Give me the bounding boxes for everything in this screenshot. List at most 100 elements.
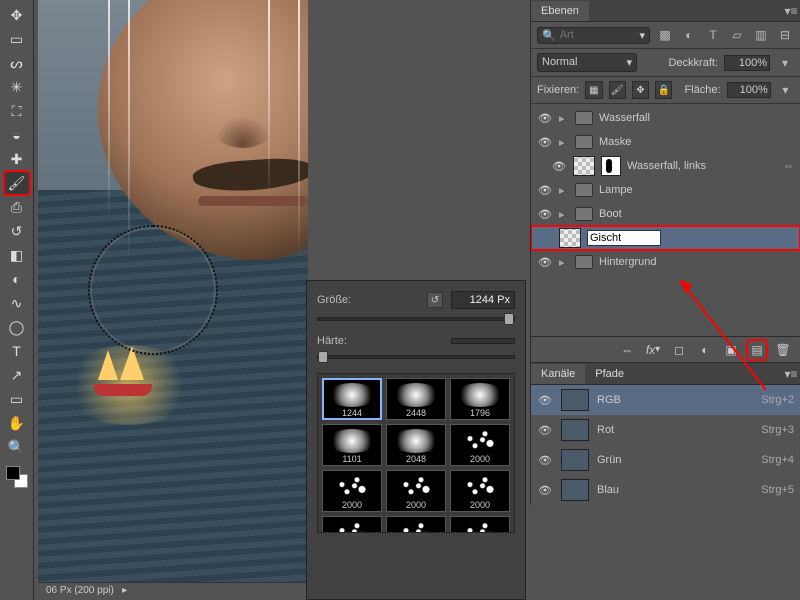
- reset-size-button[interactable]: ↺: [427, 292, 443, 308]
- channel-row[interactable]: 👁RGBStrg+2: [531, 385, 800, 415]
- visibility-icon[interactable]: 👁: [537, 136, 553, 149]
- channel-row[interactable]: 👁GrünStrg+4: [531, 445, 800, 475]
- layer-row[interactable]: 👁▸Lampe: [531, 178, 800, 202]
- crop-tool[interactable]: ⛶: [5, 100, 29, 122]
- lock-position-icon[interactable]: ✥: [632, 81, 649, 99]
- eraser-tool[interactable]: ◧: [5, 244, 29, 266]
- brush-cursor: [88, 225, 218, 355]
- wand-tool[interactable]: ✳: [5, 76, 29, 98]
- opacity-value[interactable]: 100%: [724, 55, 770, 71]
- layer-row[interactable]: 👁▸Boot: [531, 202, 800, 226]
- brush-preset[interactable]: 1796: [450, 378, 510, 420]
- brush-tool[interactable]: 🖌: [5, 172, 29, 194]
- dodge-tool[interactable]: ◯: [5, 316, 29, 338]
- brush-preset[interactable]: 1101: [322, 424, 382, 466]
- size-slider[interactable]: [317, 317, 515, 321]
- visibility-icon[interactable]: 👁: [537, 394, 553, 407]
- link-icon[interactable]: ⇔: [783, 160, 794, 172]
- visibility-icon[interactable]: 👁: [537, 112, 553, 125]
- layer-row[interactable]: [531, 226, 800, 250]
- panel-menu-icon[interactable]: ▾≡: [782, 2, 800, 20]
- hardness-slider[interactable]: [317, 355, 515, 359]
- disclosure-icon[interactable]: ▸: [559, 256, 569, 269]
- channel-row[interactable]: 👁BlauStrg+5: [531, 475, 800, 505]
- chevron-down-icon[interactable]: ▾: [776, 54, 794, 72]
- disclosure-icon[interactable]: ▸: [559, 184, 569, 197]
- filter-shape-icon[interactable]: ▱: [728, 26, 746, 44]
- filter-type-icon[interactable]: T: [704, 26, 722, 44]
- link-layers-icon[interactable]: ⇔: [618, 341, 636, 359]
- layer-mask-icon[interactable]: ◻: [670, 341, 688, 359]
- gradient-tool[interactable]: ◐: [5, 268, 29, 290]
- brush-preset[interactable]: 2448: [386, 378, 446, 420]
- blend-mode-select[interactable]: Normal▾: [537, 53, 637, 72]
- filter-image-icon[interactable]: ▩: [656, 26, 674, 44]
- new-layer-icon[interactable]: ▤: [748, 341, 766, 359]
- folder-icon: [575, 183, 593, 197]
- history-brush-tool[interactable]: ↺: [5, 220, 29, 242]
- eyedropper-tool[interactable]: ◒: [5, 124, 29, 146]
- layer-row[interactable]: 👁▸Hintergrund: [531, 250, 800, 274]
- filter-toggle-icon[interactable]: ⊟: [776, 26, 794, 44]
- layer-row[interactable]: 👁▸Wasserfall: [531, 106, 800, 130]
- channels-tab[interactable]: Kanäle: [531, 364, 585, 384]
- lock-all-icon[interactable]: 🔒: [655, 81, 672, 99]
- brush-preset[interactable]: 2000: [386, 470, 446, 512]
- brush-preset[interactable]: 2000: [450, 516, 510, 533]
- size-value[interactable]: 1244 Px: [451, 291, 515, 309]
- hardness-value[interactable]: [451, 338, 515, 344]
- disclosure-icon[interactable]: ▸: [559, 112, 569, 125]
- brush-preset-grid[interactable]: 1244244817961101204820002000200020002000…: [317, 373, 515, 533]
- color-swatch[interactable]: [6, 466, 28, 488]
- disclosure-icon[interactable]: ▸: [559, 208, 569, 221]
- lock-transparency-icon[interactable]: ▦: [585, 81, 602, 99]
- panel-menu-icon[interactable]: ▾≡: [782, 365, 800, 383]
- paths-tab[interactable]: Pfade: [585, 364, 634, 384]
- chevron-down-icon[interactable]: ▾: [777, 81, 794, 99]
- brush-preset[interactable]: 2000: [322, 470, 382, 512]
- layer-row[interactable]: 👁Wasserfall, links⇔: [531, 154, 800, 178]
- brush-preset[interactable]: 2000: [322, 516, 382, 533]
- visibility-icon[interactable]: 👁: [537, 454, 553, 467]
- fill-value[interactable]: 100%: [727, 82, 771, 98]
- lasso-tool[interactable]: ᔕ: [5, 52, 29, 74]
- hand-tool[interactable]: ✋: [5, 412, 29, 434]
- path-tool[interactable]: ↗: [5, 364, 29, 386]
- shape-tool[interactable]: ▭: [5, 388, 29, 410]
- layer-group-icon[interactable]: ▣: [722, 341, 740, 359]
- brush-preset[interactable]: 2048: [386, 424, 446, 466]
- visibility-icon[interactable]: 👁: [537, 184, 553, 197]
- lock-pixels-icon[interactable]: 🖌: [609, 81, 626, 99]
- visibility-icon[interactable]: 👁: [537, 208, 553, 221]
- visibility-icon[interactable]: 👁: [537, 484, 553, 497]
- brush-preset[interactable]: 2000: [386, 516, 446, 533]
- move-tool[interactable]: ✥: [5, 4, 29, 26]
- channel-row[interactable]: 👁RotStrg+3: [531, 415, 800, 445]
- brush-preset[interactable]: 2000: [450, 470, 510, 512]
- layer-filter-search[interactable]: 🔍 ▾: [537, 27, 650, 44]
- visibility-icon[interactable]: 👁: [537, 424, 553, 437]
- canvas[interactable]: 06 Px (200 ppi) ▸: [38, 0, 308, 600]
- brush-preset[interactable]: 1244: [322, 378, 382, 420]
- adjustment-layer-icon[interactable]: ◐: [696, 341, 714, 359]
- filter-adjust-icon[interactable]: ◐: [680, 26, 698, 44]
- brush-preset[interactable]: 2000: [450, 424, 510, 466]
- delete-layer-icon[interactable]: 🗑: [774, 341, 792, 359]
- layers-tab[interactable]: Ebenen: [531, 1, 589, 21]
- channel-name: Blau: [597, 484, 619, 496]
- visibility-icon[interactable]: 👁: [551, 160, 567, 173]
- type-tool[interactable]: T: [5, 340, 29, 362]
- filter-smart-icon[interactable]: ▥: [752, 26, 770, 44]
- stamp-tool[interactable]: ⎙: [5, 196, 29, 218]
- disclosure-icon[interactable]: ▸: [559, 136, 569, 149]
- visibility-icon[interactable]: 👁: [537, 256, 553, 269]
- filter-kind-input[interactable]: [560, 29, 636, 41]
- blur-tool[interactable]: ∿: [5, 292, 29, 314]
- layers-footer: ⇔ fx▾ ◻ ◐ ▣ ▤ 🗑: [531, 336, 800, 362]
- layer-row[interactable]: 👁▸Maske: [531, 130, 800, 154]
- heal-tool[interactable]: ✚: [5, 148, 29, 170]
- zoom-tool[interactable]: 🔍: [5, 436, 29, 458]
- marquee-tool[interactable]: ▭: [5, 28, 29, 50]
- layer-name-input[interactable]: [587, 230, 661, 246]
- layer-fx-icon[interactable]: fx▾: [644, 341, 662, 359]
